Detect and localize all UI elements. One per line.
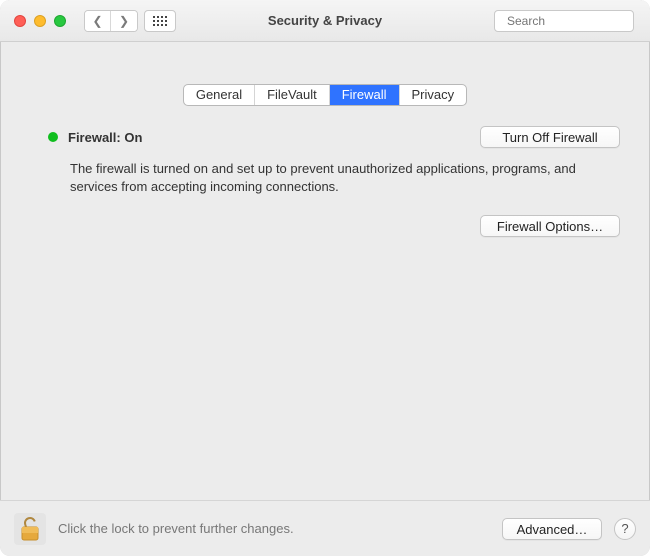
tab-segmented-control: General FileVault Firewall Privacy [183, 84, 467, 106]
tab-bar: General FileVault Firewall Privacy [24, 84, 626, 106]
help-button[interactable]: ? [614, 518, 636, 540]
pane-content: General FileVault Firewall Privacy Firew… [0, 42, 650, 500]
options-row: Firewall Options… [24, 215, 620, 237]
status-indicator-icon [48, 132, 58, 142]
chevron-left-icon: ❮ [92, 14, 102, 28]
turn-off-firewall-button[interactable]: Turn Off Firewall [480, 126, 620, 148]
tab-filevault[interactable]: FileVault [255, 85, 330, 105]
preferences-window: ❮ ❯ Security & Privacy General FileVault… [0, 0, 650, 556]
help-icon: ? [621, 521, 628, 536]
footer: Click the lock to prevent further change… [0, 500, 650, 556]
tab-general-label: General [196, 85, 242, 105]
firewall-status-row: Firewall: On Turn Off Firewall [24, 126, 626, 148]
toolbar-nav: ❮ ❯ [84, 10, 176, 32]
back-button[interactable]: ❮ [85, 11, 111, 31]
footer-right: Advanced… ? [502, 518, 636, 540]
firewall-status-label: Firewall: On [68, 130, 142, 145]
lock-button[interactable] [14, 513, 46, 545]
search-field[interactable] [494, 10, 634, 32]
titlebar: ❮ ❯ Security & Privacy [0, 0, 650, 42]
show-all-button[interactable] [144, 10, 176, 32]
minimize-window-button[interactable] [34, 15, 46, 27]
forward-button[interactable]: ❯ [111, 11, 137, 31]
lock-hint-label: Click the lock to prevent further change… [58, 521, 294, 536]
firewall-description: The firewall is turned on and set up to … [70, 160, 596, 195]
close-window-button[interactable] [14, 15, 26, 27]
window-controls [14, 15, 66, 27]
advanced-button[interactable]: Advanced… [502, 518, 602, 540]
nav-back-forward: ❮ ❯ [84, 10, 138, 32]
unlocked-lock-icon [19, 516, 41, 542]
tab-firewall-label: Firewall [342, 85, 387, 105]
search-input[interactable] [507, 14, 650, 28]
tab-filevault-label: FileVault [267, 85, 317, 105]
tab-privacy[interactable]: Privacy [400, 85, 467, 105]
turn-off-wrap: Turn Off Firewall [480, 126, 620, 148]
grid-icon [153, 16, 167, 26]
firewall-options-button[interactable]: Firewall Options… [480, 215, 620, 237]
chevron-right-icon: ❯ [119, 14, 129, 28]
tab-general[interactable]: General [184, 85, 255, 105]
tab-firewall[interactable]: Firewall [330, 85, 400, 105]
tab-privacy-label: Privacy [412, 85, 455, 105]
fullscreen-window-button[interactable] [54, 15, 66, 27]
